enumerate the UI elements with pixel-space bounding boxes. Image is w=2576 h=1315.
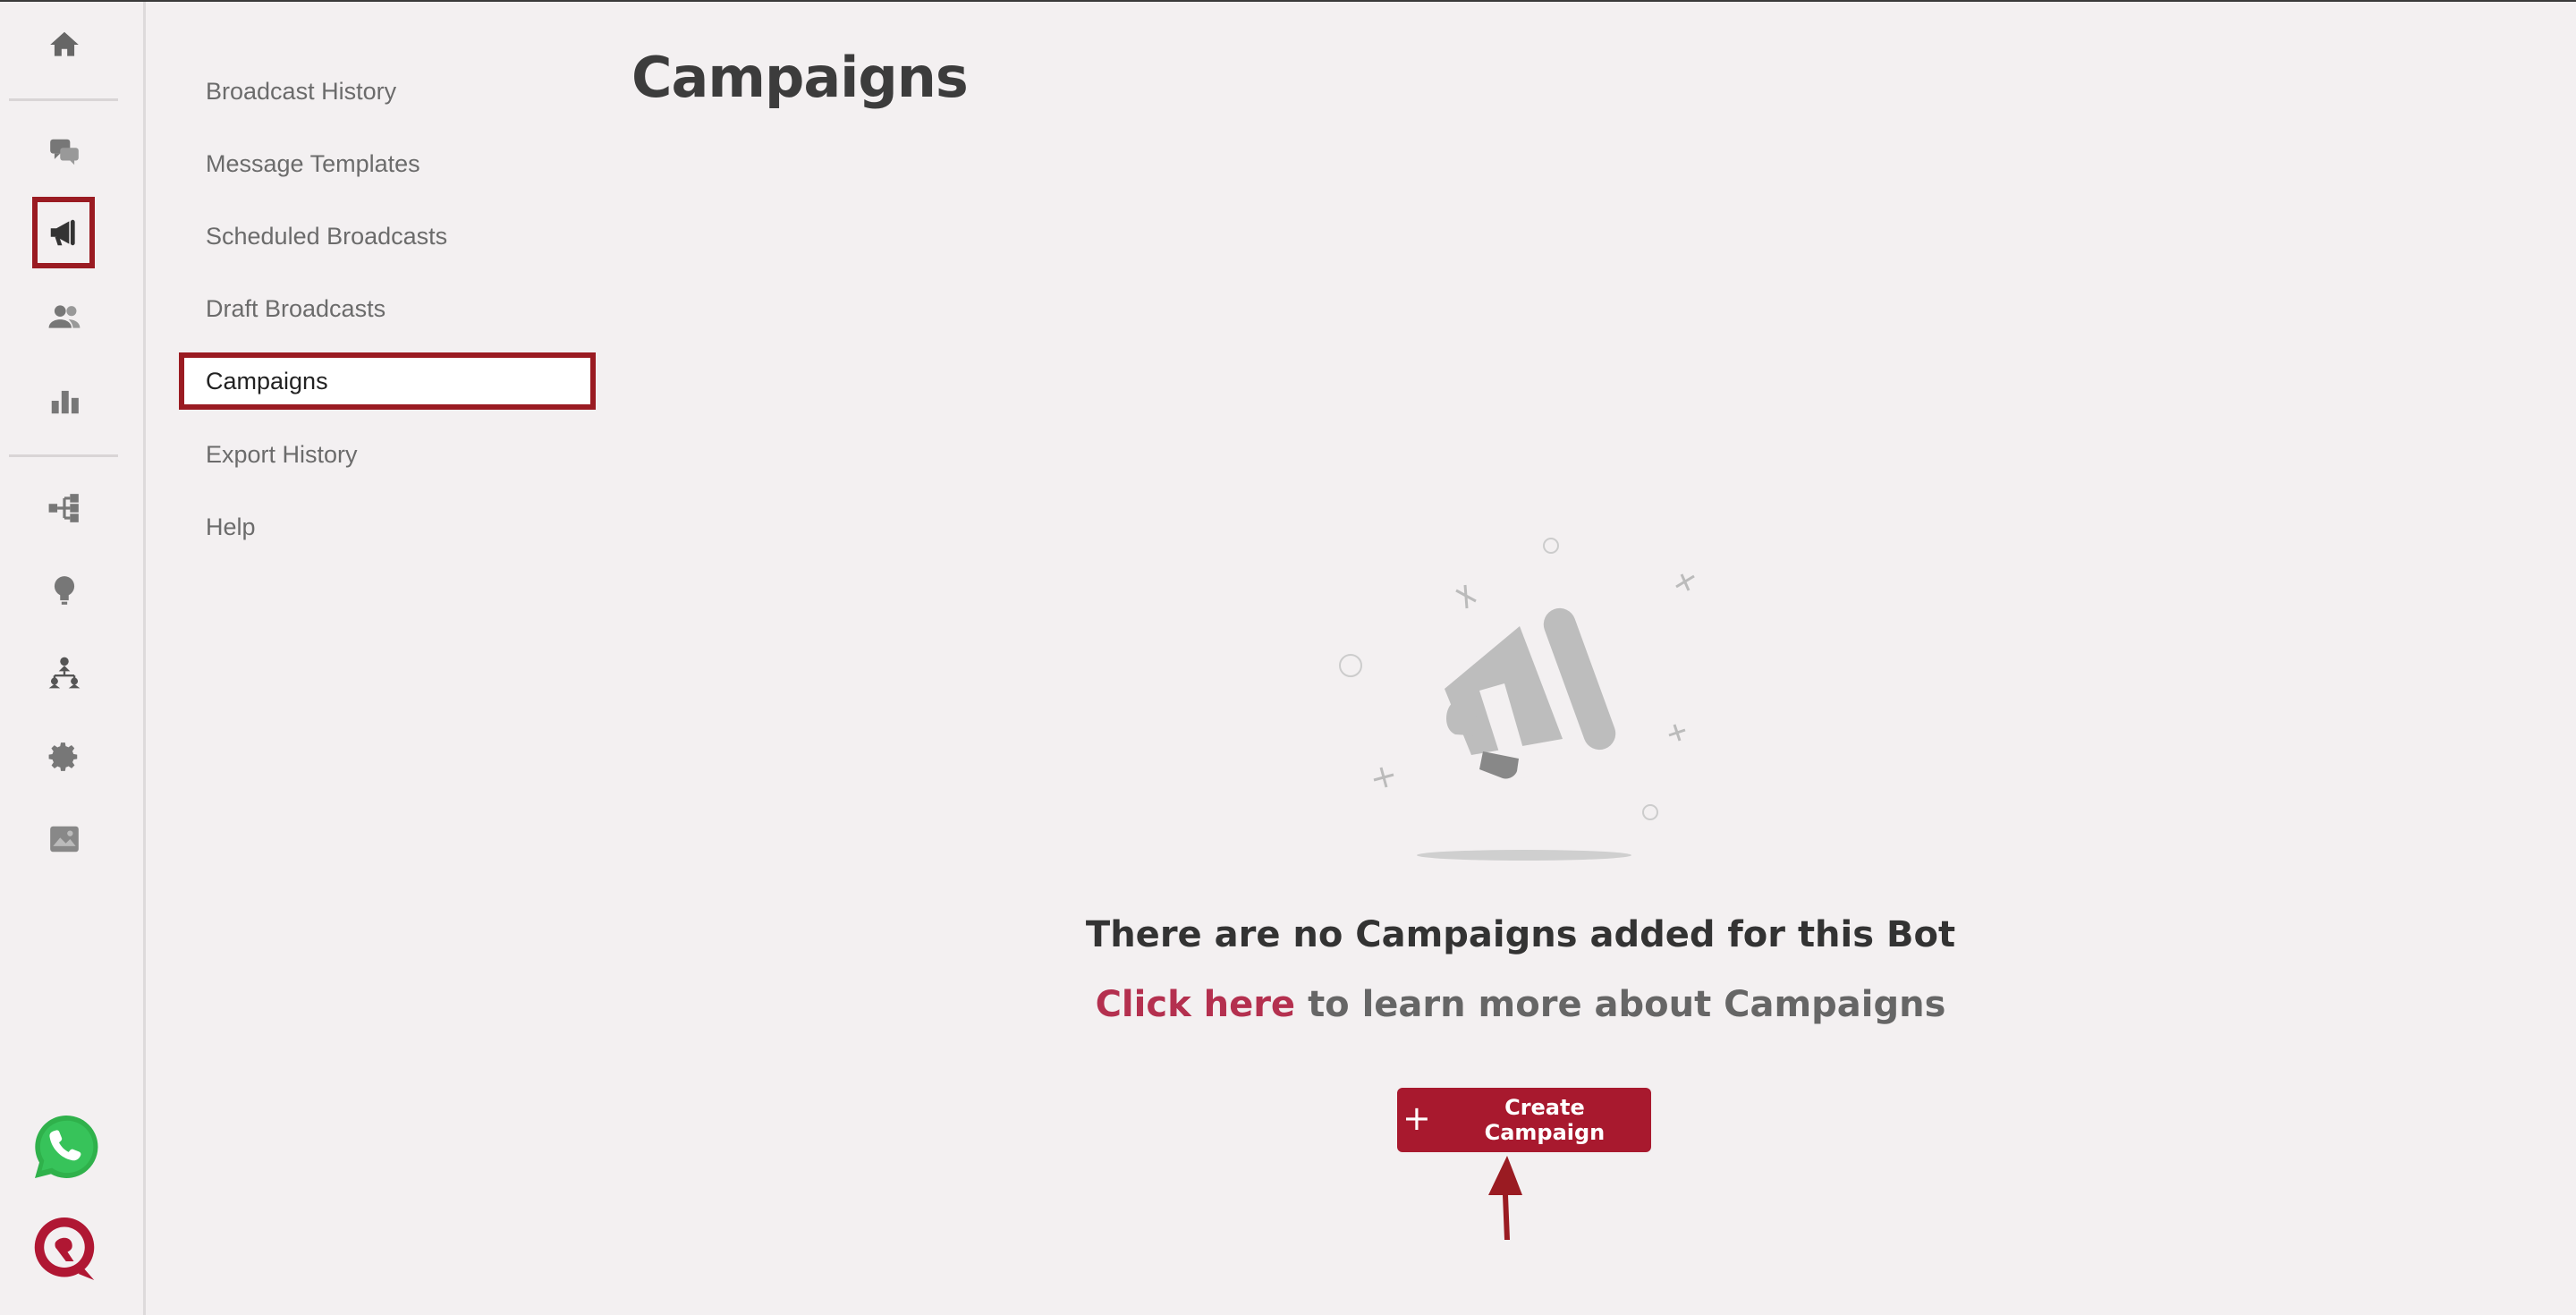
chat-icon[interactable] xyxy=(36,123,93,181)
top-border xyxy=(0,0,2576,2)
empty-state-link-suffix: to learn more about Campaigns xyxy=(1308,984,1946,1025)
app-logo-icon xyxy=(27,1211,102,1286)
lightbulb-icon[interactable] xyxy=(36,562,93,619)
subnav-item-message-templates[interactable]: Message Templates xyxy=(179,135,596,192)
gear-icon[interactable] xyxy=(36,728,93,785)
megaphone-icon[interactable] xyxy=(32,197,95,268)
subnav-item-help[interactable]: Help xyxy=(179,498,596,556)
icon-rail xyxy=(0,2,146,1315)
org-chart-icon[interactable] xyxy=(36,644,93,701)
home-icon[interactable] xyxy=(36,16,93,73)
bar-chart-icon[interactable] xyxy=(36,372,93,429)
rail-divider xyxy=(9,454,118,457)
whatsapp-icon[interactable] xyxy=(30,1111,102,1183)
subnav-item-scheduled-broadcasts[interactable]: Scheduled Broadcasts xyxy=(179,208,596,265)
plus-icon: + xyxy=(1402,1099,1431,1138)
flow-icon[interactable] xyxy=(36,479,93,537)
create-campaign-label: Create Campaign xyxy=(1484,1095,1606,1145)
rail-divider xyxy=(9,98,118,101)
subnav-item-draft-broadcasts[interactable]: Draft Broadcasts xyxy=(179,280,596,337)
empty-state-subtitle: Click here to learn more about Campaigns xyxy=(984,984,2057,1025)
subnav-item-export-history[interactable]: Export History xyxy=(179,426,596,483)
subnav-item-broadcast-history[interactable]: Broadcast History xyxy=(179,63,596,120)
click-here-link[interactable]: Click here xyxy=(1096,984,1295,1025)
empty-state-title: There are no Campaigns added for this Bo… xyxy=(1085,914,1956,955)
create-campaign-button[interactable]: + Create Campaign xyxy=(1397,1088,1651,1152)
subnav-item-campaigns[interactable]: Campaigns xyxy=(179,352,596,410)
megaphone-illustration-icon xyxy=(1339,538,1695,861)
page-title: Campaigns xyxy=(631,45,969,110)
image-icon[interactable] xyxy=(36,810,93,868)
arrow-up-icon xyxy=(1488,1156,1522,1240)
users-icon[interactable] xyxy=(36,288,93,345)
